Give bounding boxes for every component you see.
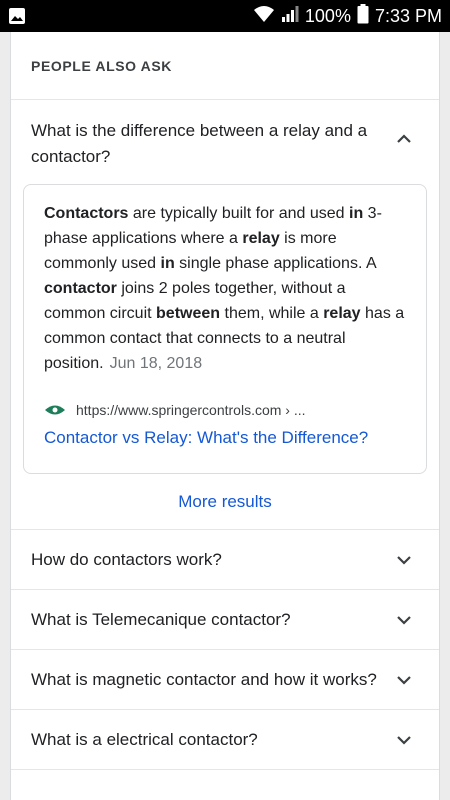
answer-snippet: Contactors are typically built for and u… (44, 201, 406, 376)
chevron-down-icon[interactable] (395, 551, 413, 569)
answer-keyword: relay (323, 305, 361, 322)
result-title-link[interactable]: Contactor vs Relay: What's the Differenc… (44, 428, 406, 448)
source-row[interactable]: https://www.springercontrols.com › ... (44, 402, 406, 418)
question-row[interactable]: What is a electrical contactor? (11, 710, 439, 770)
more-results-button[interactable]: More results (11, 474, 439, 530)
site-favicon-icon (45, 405, 65, 415)
question-text: What is the difference between a relay a… (31, 121, 368, 166)
answer-date: Jun 18, 2018 (109, 355, 203, 372)
source-url[interactable]: https://www.springercontrols.com › ... (76, 402, 306, 418)
battery-icon (357, 3, 369, 29)
answer-keyword: contactor (44, 280, 117, 297)
gallery-notification-icon (8, 5, 30, 27)
answer-text-segment: are typically built for and used (128, 205, 350, 222)
answer-keyword: between (156, 305, 221, 322)
answer-keyword: relay (242, 230, 280, 247)
wifi-icon (253, 5, 275, 28)
question-row[interactable]: How do contactors work? (11, 530, 439, 590)
question-expanded[interactable]: What is the difference between a relay a… (11, 100, 439, 184)
signal-icon (281, 5, 299, 28)
section-title: PEOPLE ALSO ASK (11, 32, 439, 100)
question-row[interactable]: What is magnetic contactor and how it wo… (11, 650, 439, 710)
people-also-ask-card: PEOPLE ALSO ASK What is the difference b… (10, 32, 440, 800)
chevron-up-icon[interactable] (395, 130, 413, 148)
question-row[interactable]: What is Telemecanique contactor? (11, 590, 439, 650)
answer-box: Contactors are typically built for and u… (23, 184, 427, 474)
clock: 7:33 PM (374, 5, 442, 26)
chevron-down-icon[interactable] (395, 611, 413, 629)
chevron-down-icon[interactable] (395, 731, 413, 749)
answer-keyword: in (349, 205, 364, 222)
answer-keyword: Contactors (44, 205, 129, 222)
answer-body: Contactors are typically built for and u… (44, 205, 404, 372)
answer-keyword: in (160, 255, 175, 272)
question-text: How do contactors work? (31, 549, 222, 569)
answer-text-segment: single phase applications. A (174, 255, 376, 272)
question-text: What is a electrical contactor? (31, 729, 258, 749)
chevron-down-icon[interactable] (395, 671, 413, 689)
question-text: What is magnetic contactor and how it wo… (31, 669, 377, 689)
status-bar: 100% 7:33 PM (0, 0, 450, 32)
battery-level: 100% (304, 5, 351, 26)
answer-text-segment: them, while a (220, 305, 324, 322)
question-text: What is Telemecanique contactor? (31, 609, 291, 629)
